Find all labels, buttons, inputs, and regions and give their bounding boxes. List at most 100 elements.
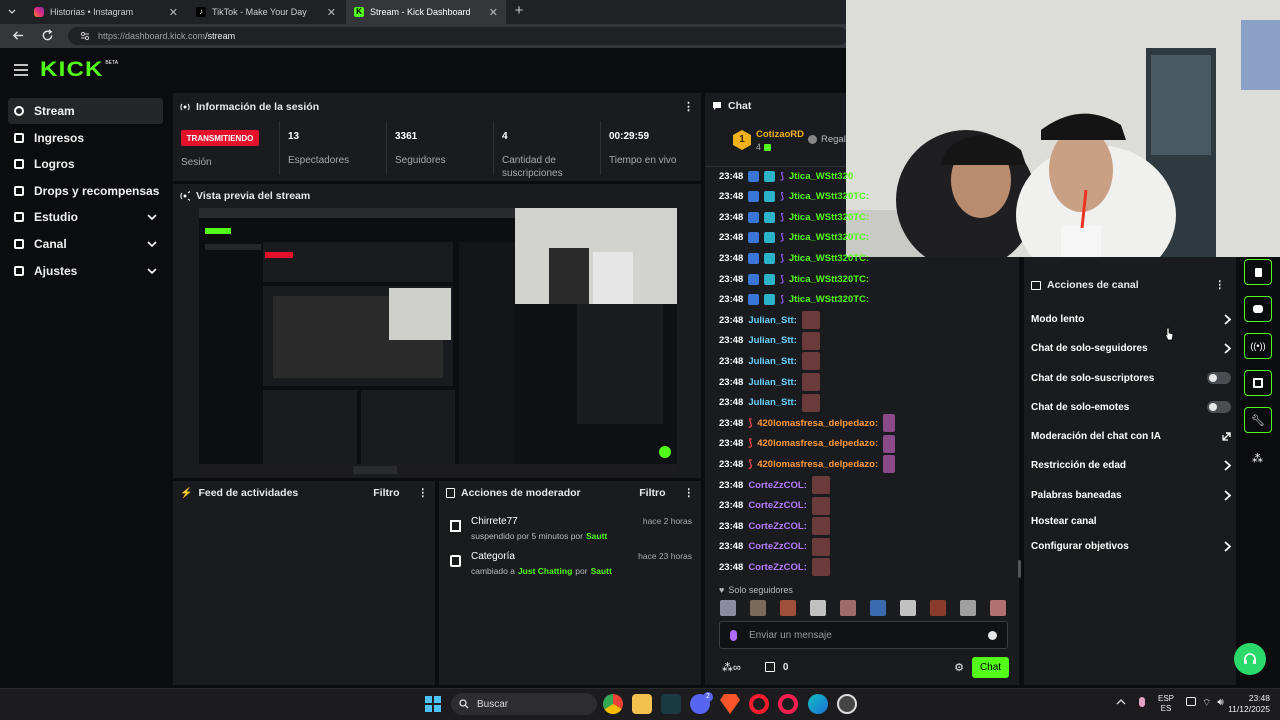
- chat-message[interactable]: 23:48 ⟆ Jtica_WStt320TC:: [719, 228, 869, 248]
- mod-action-moderator[interactable]: Sautt: [586, 531, 607, 541]
- more-options-icon[interactable]: ⋮: [683, 100, 694, 113]
- gift-sub-button[interactable]: Regala: [808, 134, 851, 145]
- emote-preview[interactable]: [780, 600, 796, 616]
- tray-status-icons[interactable]: ⌔ 🔊︎: [1186, 697, 1224, 710]
- rail-broadcast-button[interactable]: ((•)): [1244, 333, 1272, 359]
- chat-username[interactable]: 420lomasfresa_delpedazo:: [757, 418, 878, 429]
- channel-action-5[interactable]: Restricción de edad: [1031, 451, 1231, 479]
- sidebar-item-ajustes[interactable]: Ajustes: [8, 258, 163, 284]
- chat-settings-icon[interactable]: ⚙: [954, 661, 964, 674]
- mod-action-user[interactable]: Categoría: [471, 551, 515, 562]
- taskbar-clock[interactable]: 23:48 11/12/2025: [1224, 693, 1270, 715]
- channel-action-3[interactable]: Chat de solo-emotes: [1031, 393, 1231, 421]
- chat-username[interactable]: Julian_Stt:: [748, 397, 797, 408]
- chat-username[interactable]: CorteZzCOL:: [748, 521, 807, 532]
- chat-message[interactable]: 23:48 ⟆ Jtica_WStt320TC:: [719, 187, 869, 207]
- rail-tools-button[interactable]: 🔧︎: [1244, 407, 1272, 433]
- chat-message[interactable]: 23:48 CorteZzCOL:: [719, 496, 830, 516]
- menu-button[interactable]: [14, 64, 28, 76]
- emote-preview[interactable]: [930, 600, 946, 616]
- chat-message[interactable]: 23:48 CorteZzCOL:: [719, 537, 830, 557]
- chat-username[interactable]: Julian_Stt:: [748, 335, 797, 346]
- channel-action-0[interactable]: Modo lento: [1031, 305, 1231, 333]
- chat-username[interactable]: Julian_Stt:: [748, 377, 797, 388]
- sidebar-item-logros[interactable]: Logros: [8, 151, 163, 177]
- rail-chat-button[interactable]: [1244, 296, 1272, 322]
- new-tab-button[interactable]: +: [510, 2, 528, 20]
- chat-username[interactable]: CorteZzCOL:: [748, 541, 807, 552]
- rail-add-widget-icon[interactable]: ⁂: [1252, 452, 1263, 465]
- chat-message[interactable]: 23:48 Julian_Stt:: [719, 331, 820, 351]
- chat-scrollbar[interactable]: [1018, 560, 1021, 578]
- chat-message[interactable]: 23:48 Julian_Stt:: [719, 393, 820, 413]
- channel-action-8[interactable]: Configurar objetivos: [1031, 532, 1231, 560]
- sidebar-item-canal[interactable]: Canal: [8, 231, 163, 257]
- emote-preview[interactable]: [870, 600, 886, 616]
- emote-preview[interactable]: [960, 600, 976, 616]
- channel-action-4[interactable]: Moderación del chat con IA: [1031, 422, 1231, 450]
- chat-username[interactable]: Jtica_WStt320TC:: [789, 294, 869, 305]
- edge-icon[interactable]: [808, 694, 828, 714]
- back-button[interactable]: [12, 29, 25, 42]
- tab-tiktok[interactable]: ♪ TikTok - Make Your Day ✕: [188, 0, 344, 24]
- chat-username[interactable]: Jtica_WStt320TC:: [789, 253, 869, 264]
- stream-preview-video[interactable]: [199, 208, 677, 476]
- chat-message[interactable]: 23:48 ⟆ 420lomasfresa_delpedazo:: [719, 434, 896, 454]
- chat-message[interactable]: 23:48 Julian_Stt:: [719, 372, 820, 392]
- more-options-icon[interactable]: ⋮: [684, 487, 695, 499]
- start-button[interactable]: [425, 696, 441, 712]
- show-hidden-icons[interactable]: [1116, 698, 1126, 706]
- chrome-icon[interactable]: [603, 694, 623, 714]
- chat-message[interactable]: 23:48 CorteZzCOL:: [719, 475, 830, 495]
- tab-list-button[interactable]: [4, 4, 20, 20]
- chat-username[interactable]: CorteZzCOL:: [748, 562, 807, 573]
- toggle-switch[interactable]: [1207, 401, 1231, 413]
- emoji-picker-icon[interactable]: [988, 630, 997, 640]
- channel-action-6[interactable]: Palabras baneadas: [1031, 481, 1231, 509]
- chat-input[interactable]: Enviar un mensaje: [719, 621, 1008, 649]
- chat-username[interactable]: Jtica_WStt320TC:: [789, 232, 869, 243]
- opera-gx-icon[interactable]: [778, 694, 798, 714]
- mod-action-user[interactable]: Chirrete77: [471, 516, 518, 527]
- channel-action-7[interactable]: Hostear canal: [1031, 507, 1231, 535]
- kick-logo[interactable]: KICK BETA: [40, 58, 118, 82]
- site-info-icon[interactable]: [80, 31, 90, 41]
- chat-username[interactable]: 420lomasfresa_delpedazo:: [757, 459, 878, 470]
- taskbar-search[interactable]: Buscar: [451, 693, 597, 715]
- close-tab-icon[interactable]: ✕: [169, 6, 178, 19]
- chat-message[interactable]: 23:48 CorteZzCOL:: [719, 557, 830, 577]
- chat-message[interactable]: 23:48 ⟆ Jtica_WStt320TC:: [719, 248, 869, 268]
- emote-preview[interactable]: [810, 600, 826, 616]
- obs-icon[interactable]: [837, 694, 857, 714]
- chat-message[interactable]: 23:48 Julian_Stt:: [719, 351, 820, 371]
- rail-notes-button[interactable]: [1244, 259, 1272, 285]
- filter-button[interactable]: Filtro: [373, 487, 399, 499]
- more-options-icon[interactable]: ⋮: [418, 487, 429, 499]
- send-chat-button[interactable]: Chat: [972, 656, 1009, 678]
- chat-username[interactable]: CorteZzCOL:: [748, 500, 807, 511]
- chat-username[interactable]: Jtica_WStt320TC:: [789, 212, 869, 223]
- microphone-icon[interactable]: [730, 629, 737, 641]
- emote-preview[interactable]: [720, 600, 736, 616]
- support-button[interactable]: [1234, 643, 1266, 675]
- close-tab-icon[interactable]: ✕: [489, 6, 498, 19]
- emote-preview[interactable]: [900, 600, 916, 616]
- channel-action-1[interactable]: Chat de solo-seguidores: [1031, 334, 1231, 362]
- top-gifter-name[interactable]: CotizaoRD: [756, 129, 804, 140]
- rail-mod-button[interactable]: [1244, 370, 1272, 396]
- sidebar-item-stream[interactable]: Stream: [8, 98, 163, 124]
- chat-username[interactable]: CorteZzCOL:: [748, 480, 807, 491]
- emote-preview[interactable]: [840, 600, 856, 616]
- channel-action-2[interactable]: Chat de solo-suscriptores: [1031, 364, 1231, 392]
- capcut-icon[interactable]: [661, 694, 681, 714]
- chat-message[interactable]: 23:48 ⟆ Jtica_WStt320: [719, 166, 853, 186]
- emote-preview[interactable]: [990, 600, 1006, 616]
- tab-instagram[interactable]: Historias • Instagram ✕: [26, 0, 186, 24]
- chat-username[interactable]: Julian_Stt:: [748, 315, 797, 326]
- mod-action-target[interactable]: Just Chatting: [518, 566, 572, 576]
- url-field[interactable]: https://dashboard.kick.com/stream: [68, 27, 848, 45]
- sidebar-item-ingresos[interactable]: Ingresos: [8, 125, 163, 151]
- chat-username[interactable]: Jtica_WStt320: [789, 171, 853, 182]
- filter-button[interactable]: Filtro: [639, 487, 665, 499]
- chat-username[interactable]: 420lomasfresa_delpedazo:: [757, 438, 878, 449]
